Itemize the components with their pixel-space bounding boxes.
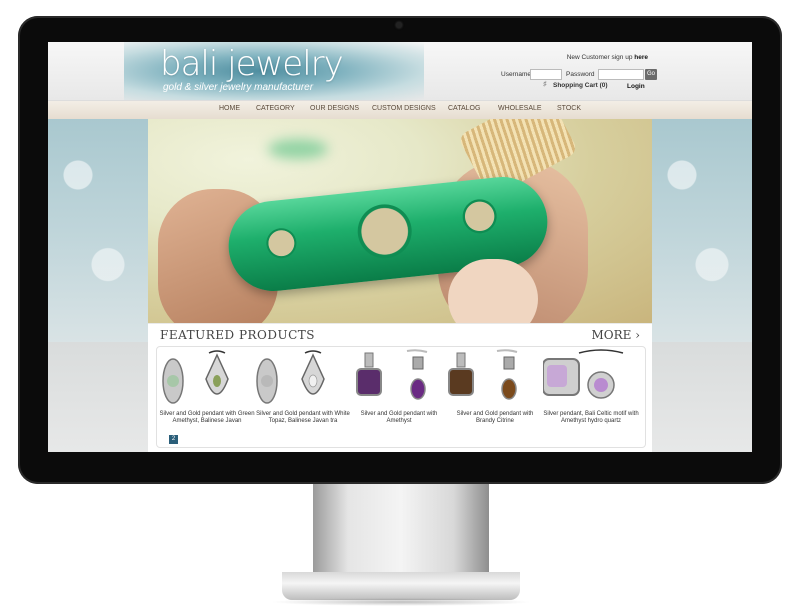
cart-icon: ♯ (543, 81, 547, 88)
pendant-image (162, 350, 229, 404)
nav-wholesale[interactable]: WHOLESALE (498, 105, 542, 112)
product-name[interactable]: Silver pendant, Bali Celtic motif with A… (543, 411, 639, 425)
logo-subtitle: gold & silver jewelry manufacturer (163, 82, 314, 93)
username-input[interactable] (530, 69, 562, 80)
product-item[interactable]: Silver and Gold pendant with Green Ameth… (159, 349, 255, 441)
hero-blur (268, 139, 328, 159)
bangle-hole (264, 226, 298, 260)
logo-title[interactable]: bali jewelry (160, 44, 344, 84)
nav-catalog[interactable]: CATALOG (448, 105, 480, 112)
site-header: bali jewelry gold & silver jewelry manuf… (48, 42, 752, 100)
username-label: Username (501, 71, 531, 78)
bangle-hole (460, 197, 499, 236)
nav-custom-designs[interactable]: CUSTOM DESIGNS (372, 105, 436, 112)
camera-dot (396, 22, 402, 28)
browser-screen: bali jewelry gold & silver jewelry manuf… (48, 42, 752, 452)
floral-pattern-right (652, 119, 752, 343)
go-button[interactable]: Go (645, 69, 657, 80)
product-item[interactable]: Silver and Gold pendant with White Topaz… (255, 349, 351, 441)
shopping-cart-link[interactable]: Shopping Cart (0) (553, 82, 608, 89)
login-link[interactable]: Login (627, 83, 645, 90)
nav-category[interactable]: CATEGORY (256, 105, 295, 112)
password-label: Password (566, 71, 595, 78)
pendant-image (543, 349, 624, 399)
signup-link[interactable]: here (634, 54, 648, 61)
product-carousel: Silver and Gold pendant with Green Ameth… (156, 346, 646, 448)
hero-banner-image[interactable] (148, 119, 652, 323)
product-name[interactable]: Silver and Gold pendant with White Topaz… (255, 411, 351, 425)
main-nav: HOME CATEGORY OUR DESIGNS CUSTOM DESIGNS… (48, 100, 752, 120)
product-item[interactable]: Silver and Gold pendant with Amethyst (351, 349, 447, 441)
pendant-image (256, 350, 325, 404)
password-input[interactable] (598, 69, 644, 80)
product-name[interactable]: Silver and Gold pendant with Amethyst (351, 411, 447, 425)
pagination-page[interactable]: 2 (169, 435, 178, 444)
nav-stock[interactable]: STOCK (557, 105, 581, 112)
nav-our-designs[interactable]: OUR DESIGNS (310, 105, 359, 112)
floral-pattern-left (48, 119, 148, 343)
stand-shadow (270, 598, 532, 606)
product-item[interactable]: Silver pendant, Bali Celtic motif with A… (543, 349, 639, 441)
product-name[interactable]: Silver and Gold pendant with Brandy Citr… (447, 411, 543, 425)
more-link[interactable]: MORE › (591, 328, 640, 342)
monitor-bezel: bali jewelry gold & silver jewelry manuf… (18, 16, 782, 484)
pendant-image (356, 349, 428, 400)
monitor-base (282, 572, 520, 600)
product-item[interactable]: Silver and Gold pendant with Brandy Citr… (447, 349, 543, 441)
hero-fingertip (448, 259, 538, 323)
signup-text: New Customer sign up here (567, 54, 648, 61)
featured-products-section: FEATURED PRODUCTS MORE › Silver and Gold… (148, 324, 652, 452)
nav-home[interactable]: HOME (219, 105, 240, 112)
product-name[interactable]: Silver and Gold pendant with Green Ameth… (159, 411, 255, 425)
featured-title: FEATURED PRODUCTS (160, 328, 316, 342)
pendant-image (448, 349, 518, 400)
signup-label: New Customer sign up (566, 54, 633, 61)
monitor-stand (313, 484, 489, 576)
bangle-hole (355, 201, 415, 262)
